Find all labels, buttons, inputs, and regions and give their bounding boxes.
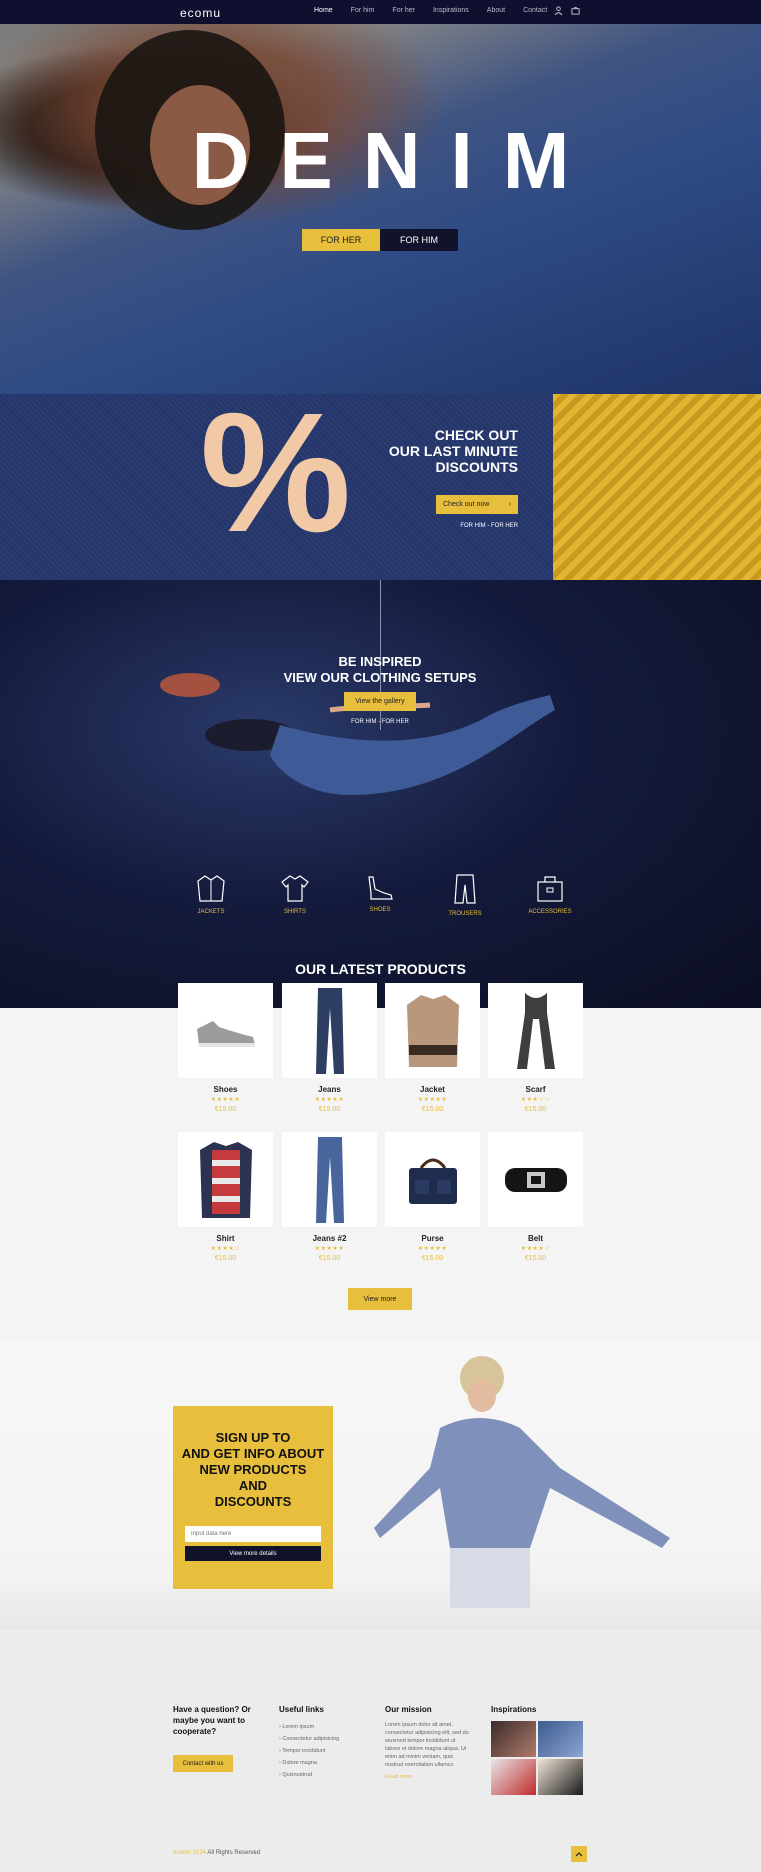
nav-item-home[interactable]: Home <box>314 7 333 14</box>
product-card-scarf[interactable]: Scarf ★★★☆☆ €15.00 <box>488 983 583 1113</box>
products-title: OUR LATEST PRODUCTS <box>295 961 466 977</box>
scroll-to-top-button[interactable] <box>571 1846 587 1862</box>
cart-icon[interactable] <box>571 6 580 15</box>
category-shoes[interactable]: SHOES <box>345 873 415 913</box>
nav-item-for-her[interactable]: For her <box>392 7 415 14</box>
rating-stars: ★★★★★ <box>314 1246 345 1252</box>
rating-stars: ★★★★★ <box>210 1097 241 1103</box>
view-details-button[interactable]: View more details <box>185 1546 321 1561</box>
product-image[interactable] <box>178 983 273 1078</box>
chevron-up-icon <box>575 1852 583 1857</box>
footer-link[interactable]: › Dolore magna <box>279 1757 369 1769</box>
read-more-link[interactable]: Read more <box>385 1773 469 1781</box>
nav-icons <box>554 6 580 15</box>
view-more-button[interactable]: View more <box>348 1288 412 1310</box>
signup-email-input[interactable] <box>185 1526 321 1542</box>
discount-subtitle: FOR HIM - FOR HER <box>460 523 518 529</box>
user-icon[interactable] <box>554 6 563 15</box>
nav-item-contact[interactable]: Contact <box>523 7 547 14</box>
rating-stars: ★★★★☆ <box>210 1246 241 1252</box>
hero-title: DENIM <box>191 116 600 205</box>
product-card-shoes[interactable]: Shoes ★★★★★ €15.00 <box>178 983 273 1113</box>
footer-link[interactable]: › Tempor incididunt <box>279 1745 369 1757</box>
nav-item-about[interactable]: About <box>487 7 505 14</box>
stripe-pattern <box>553 394 761 580</box>
for-him-button[interactable]: FOR HIM <box>380 229 458 251</box>
product-image[interactable] <box>385 983 480 1078</box>
product-image[interactable] <box>282 983 377 1078</box>
signup-title: SIGN UP TO AND GET INFO ABOUT NEW PRODUC… <box>181 1430 325 1509</box>
product-card-purse[interactable]: Purse ★★★★★ €15.00 <box>385 1132 480 1262</box>
nav-links: Home For him For her Inspirations About … <box>314 7 547 14</box>
shirt-icon <box>281 875 309 902</box>
footer-link[interactable]: › Consectetur adipisicing <box>279 1733 369 1745</box>
category-accessories[interactable]: ACCESSORIES <box>515 873 585 915</box>
check-out-button[interactable]: Check out now › <box>436 495 518 514</box>
copyright: ecomu 2024 All Rights Reserved <box>173 1850 261 1856</box>
product-image[interactable] <box>282 1132 377 1227</box>
model-man-image <box>374 1356 670 1608</box>
inspired-subtitle: FOR HIM - FOR HER <box>351 719 409 725</box>
product-card-shirt[interactable]: Shirt ★★★★☆ €15.00 <box>178 1132 273 1262</box>
bag-icon <box>537 876 563 902</box>
for-her-button[interactable]: FOR HER <box>302 229 380 251</box>
useful-links: Useful links › Lorem ipsum › Consectetur… <box>279 1704 369 1781</box>
rating-stars: ★★★★★ <box>417 1246 448 1252</box>
view-gallery-button[interactable]: View the gallery <box>344 692 416 711</box>
shoe-icon <box>368 876 393 900</box>
inspiration-thumb[interactable] <box>538 1721 583 1757</box>
product-image[interactable] <box>178 1132 273 1227</box>
footer <box>0 1630 761 1872</box>
inspiration-thumb[interactable] <box>491 1721 536 1757</box>
product-image[interactable] <box>488 983 583 1078</box>
product-image[interactable] <box>488 1132 583 1227</box>
percent-symbol: % <box>200 378 352 568</box>
discount-title: CHECK OUT OUR LAST MINUTE DISCOUNTS <box>388 427 518 475</box>
rating-stars: ★★★★☆ <box>520 1246 551 1252</box>
product-card-jeans[interactable]: Jeans ★★★★★ €15.00 <box>282 983 377 1113</box>
footer-link[interactable]: › Lorem ipsum <box>279 1721 369 1733</box>
rating-stars: ★★★☆☆ <box>520 1097 551 1103</box>
inspirations: Inspirations <box>491 1704 591 1795</box>
product-card-jeans-2[interactable]: Jeans #2 ★★★★★ €15.00 <box>282 1132 377 1262</box>
footer-question: Have a question? Or maybe you want to co… <box>173 1705 251 1736</box>
arrow-right-icon: › <box>508 501 511 508</box>
rating-stars: ★★★★★ <box>314 1097 345 1103</box>
product-image[interactable] <box>385 1132 480 1227</box>
product-card-jacket[interactable]: Jacket ★★★★★ €15.00 <box>385 983 480 1113</box>
product-card-belt[interactable]: Belt ★★★★☆ €15.00 <box>488 1132 583 1262</box>
nav-item-inspirations[interactable]: Inspirations <box>433 7 469 14</box>
jacket-icon <box>197 875 225 902</box>
trousers-icon <box>454 874 476 904</box>
category-shirts[interactable]: SHIRTS <box>260 873 330 915</box>
inspiration-thumb[interactable] <box>538 1759 583 1795</box>
contact-us-button[interactable]: Contact with us <box>173 1755 233 1772</box>
inspiration-thumb[interactable] <box>491 1759 536 1795</box>
rating-stars: ★★★★★ <box>417 1097 448 1103</box>
footer-link[interactable]: › Quisnostrud <box>279 1769 369 1781</box>
nav-item-for-him[interactable]: For him <box>351 7 375 14</box>
brand-logo[interactable]: ecomu <box>180 6 221 20</box>
category-trousers[interactable]: TROUSERS <box>430 873 500 917</box>
our-mission: Our mission Lorem ipsum dolor sit amet, … <box>385 1705 469 1781</box>
category-jackets[interactable]: JACKETS <box>176 873 246 915</box>
inspired-title: BE INSPIRED VIEW OUR CLOTHING SETUPS <box>283 654 477 685</box>
